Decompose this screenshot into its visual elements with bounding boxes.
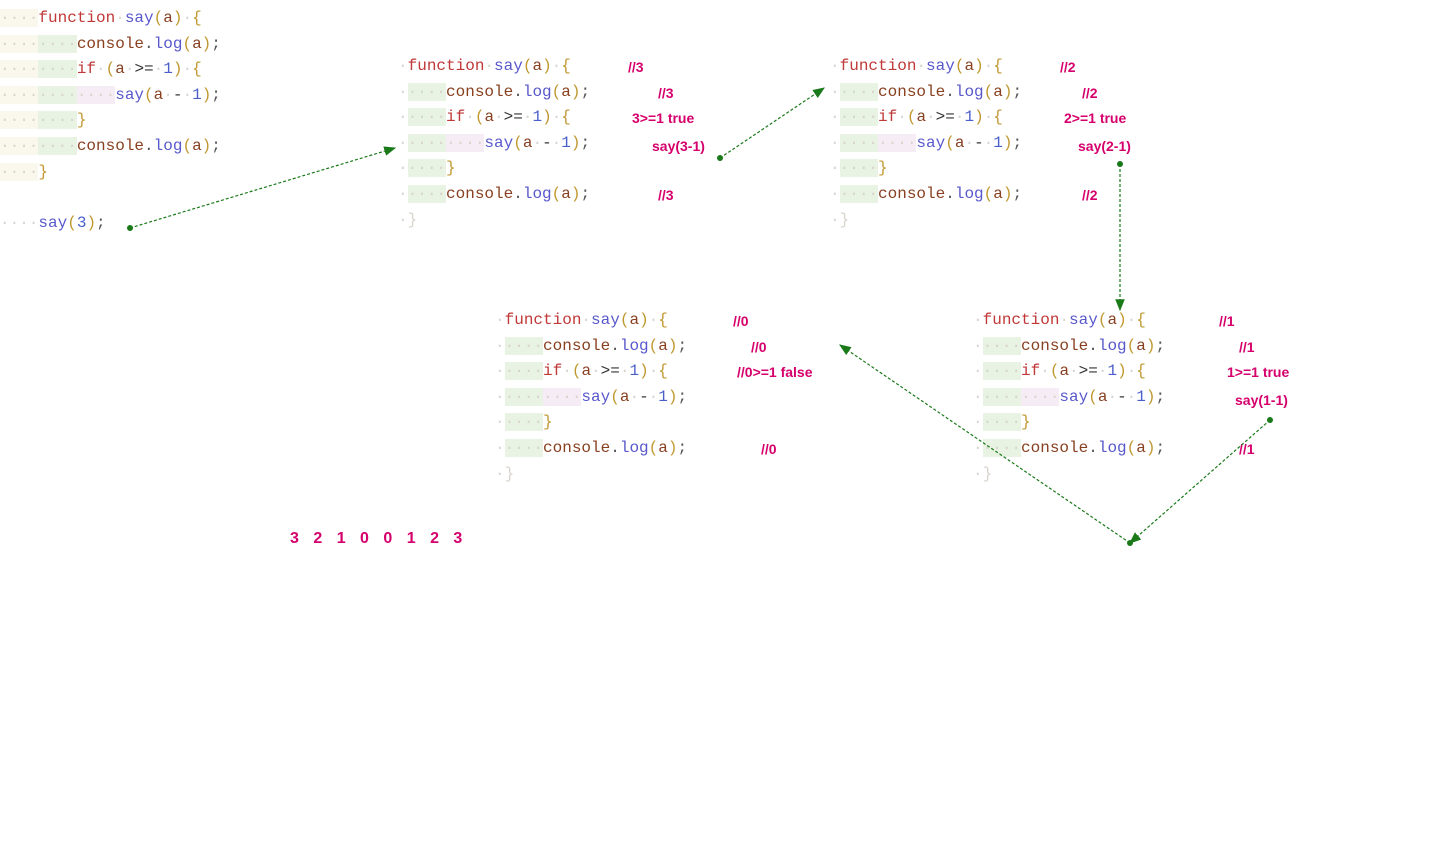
code-block-4: ·function·say(a)·{ //0 ·····console.log(… [495, 308, 687, 487]
code-block-0: ····function·say(a)·{ ········console.lo… [0, 6, 221, 236]
output-text: 3 2 1 0 0 1 2 3 [290, 530, 467, 548]
code-block-3: ·function·say(a)·{ //1 ·····console.log(… [973, 308, 1165, 487]
code-block-1: ·function·say(a)·{ //3 ·····console.log(… [398, 54, 590, 233]
code-block-2: ·function·say(a)·{ //2 ·····console.log(… [830, 54, 1022, 233]
